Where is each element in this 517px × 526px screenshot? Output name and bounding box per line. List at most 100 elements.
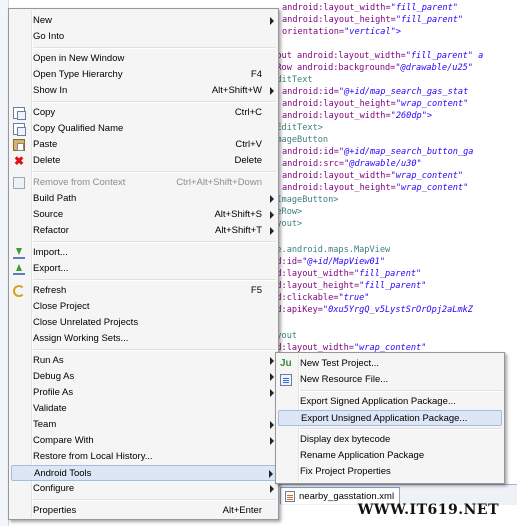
paste-icon (13, 139, 25, 151)
editor-file-tab-label: nearby_gasstation.xml (299, 490, 395, 502)
menu-item-team[interactable]: Team (11, 417, 276, 433)
menu-item-label: New Test Project... (300, 358, 380, 369)
menu-item-label: Validate (33, 403, 67, 414)
remove-context-icon (13, 177, 25, 189)
menu-item-build-path[interactable]: Build Path (11, 191, 276, 207)
menu-item-new-resource-file[interactable]: New Resource File... (278, 372, 502, 388)
menu-item-open-type-hierarchy[interactable]: Open Type Hierarchy F4 (11, 67, 276, 83)
code-line: ayout android:layout_width="fill_parent"… (266, 51, 484, 61)
menu-item-debug-as[interactable]: Debug As (11, 369, 276, 385)
menu-item-label: Show In (33, 85, 68, 96)
import-icon (13, 247, 25, 259)
code-line: android:id="@+id/map_search_button_ga (282, 147, 474, 157)
menu-item-label: Configure (33, 483, 75, 494)
menu-item-label: Profile As (33, 387, 74, 398)
menu-item-configure[interactable]: Configure (11, 481, 276, 497)
menu-item-profile-as[interactable]: Profile As (11, 385, 276, 401)
menu-item-shortcut: F5 (250, 285, 262, 296)
menu-separator (33, 349, 276, 351)
menu-item-source[interactable]: Source Alt+Shift+S (11, 207, 276, 223)
menu-item-restore-from-local-history[interactable]: Restore from Local History... (11, 449, 276, 465)
submenu-arrow-icon (270, 357, 274, 365)
menu-separator (33, 171, 276, 173)
menu-item-go-into[interactable]: Go Into (11, 29, 276, 45)
context-menu: New Go Into Open in New Window Open Type Hi… (8, 8, 279, 520)
menu-item-refactor[interactable]: Refactor Alt+Shift+T (11, 223, 276, 239)
menu-item-show-in[interactable]: Show In Alt+Shift+W (11, 83, 276, 99)
menu-separator (33, 101, 276, 103)
submenu-arrow-icon (270, 485, 274, 493)
code-line: android:id="@+id/map_search_gas_stat (282, 87, 469, 97)
menu-item-label: Go Into (33, 31, 65, 42)
menu-item-open-in-new-window[interactable]: Open in New Window (11, 51, 276, 67)
menu-item-label: Refresh (33, 285, 67, 296)
submenu-arrow-icon (270, 389, 274, 397)
menu-item-android-tools[interactable]: Android Tools (11, 465, 276, 481)
menu-item-shortcut: Alt+Enter (222, 505, 262, 516)
menu-separator (33, 279, 276, 281)
menu-item-label: New (33, 15, 53, 26)
menu-item-label: Open in New Window (33, 53, 125, 64)
menu-item-label: Fix Project Properties (300, 466, 391, 477)
menu-item-copy-qualified-name[interactable]: Copy Qualified Name (11, 121, 276, 137)
menu-item-new-test-project[interactable]: Ju New Test Project... (278, 356, 502, 372)
menu-item-validate[interactable]: Validate (11, 401, 276, 417)
menu-item-label: Team (33, 419, 57, 430)
menu-item-export[interactable]: Export... (11, 261, 276, 277)
menu-item-copy[interactable]: Copy Ctrl+C (11, 105, 276, 121)
menu-item-properties[interactable]: Properties Alt+Enter (11, 503, 276, 519)
menu-item-label: New Resource File... (300, 374, 389, 385)
menu-item-run-as[interactable]: Run As (11, 353, 276, 369)
menu-item-assign-working-sets[interactable]: Assign Working Sets... (11, 331, 276, 347)
menu-item-close-unrelated-projects[interactable]: Close Unrelated Projects (11, 315, 276, 331)
menu-separator (300, 390, 502, 392)
submenu-arrow-icon (270, 373, 274, 381)
code-line: oid:id="@+id/MapView01" (266, 257, 386, 267)
menu-item-label: Source (33, 209, 64, 220)
menu-item-compare-with[interactable]: Compare With (11, 433, 276, 449)
submenu-arrow-icon (270, 195, 274, 203)
menu-item-delete[interactable]: ✖ Delete Delete (11, 153, 276, 169)
menu-item-shortcut: Ctrl+V (235, 139, 262, 150)
menu-item-label: Properties (33, 505, 77, 516)
menu-item-label: Remove from Context (33, 177, 126, 188)
menu-item-export-unsigned-application-package[interactable]: Export Unsigned Application Package... (278, 410, 502, 426)
export-icon (13, 263, 25, 275)
code-line: android:layout_width="fill_parent" (282, 3, 458, 13)
code-line: android:src="@drawable/u30" (282, 159, 422, 169)
menu-item-label: Export Signed Application Package... (300, 396, 456, 407)
menu-item-import[interactable]: Import... (11, 245, 276, 261)
menu-item-label: Delete (33, 155, 61, 166)
menu-item-shortcut: Ctrl+Alt+Shift+Down (176, 177, 262, 188)
menu-item-fix-project-properties[interactable]: Fix Project Properties (278, 464, 502, 480)
code-line: oid:clickable="true" (266, 293, 370, 303)
menu-item-close-project[interactable]: Close Project (11, 299, 276, 315)
menu-item-paste[interactable]: Paste Ctrl+V (11, 137, 276, 153)
code-line: gle.android.maps.MapView (266, 245, 391, 255)
menu-item-export-signed-application-package[interactable]: Export Signed Application Package... (278, 394, 502, 410)
menu-item-refresh[interactable]: Refresh F5 (11, 283, 276, 299)
menu-item-rename-application-package[interactable]: Rename Application Package (278, 448, 502, 464)
menu-item-label: Assign Working Sets... (33, 333, 129, 344)
watermark: WWW.IT619.NET (357, 502, 499, 518)
copy-icon (13, 107, 26, 120)
menu-separator (33, 47, 276, 49)
menu-item-label: Copy Qualified Name (33, 123, 124, 134)
menu-item-label: Refactor (33, 225, 69, 236)
menu-item-shortcut: Delete (234, 155, 262, 166)
menu-item-label: Run As (33, 355, 64, 366)
code-line: oid:layout_width="fill_parent" (266, 269, 422, 279)
menu-item-label: Close Unrelated Projects (33, 317, 139, 328)
code-line: android:layout_width="wrap_content" (282, 171, 464, 181)
menu-item-remove-from-context[interactable]: Remove from Context Ctrl+Alt+Shift+Down (11, 175, 276, 191)
menu-item-display-dex-bytecode[interactable]: Display dex bytecode (278, 432, 502, 448)
menu-separator (33, 241, 276, 243)
menu-item-shortcut: Alt+Shift+W (211, 85, 262, 96)
menu-item-label: Debug As (33, 371, 75, 382)
xml-file-icon (285, 490, 295, 502)
submenu-arrow-icon (270, 87, 274, 95)
menu-item-new[interactable]: New (11, 13, 276, 29)
menu-separator (33, 499, 276, 501)
menu-separator (300, 428, 502, 430)
menu-item-label: Rename Application Package (300, 450, 425, 461)
